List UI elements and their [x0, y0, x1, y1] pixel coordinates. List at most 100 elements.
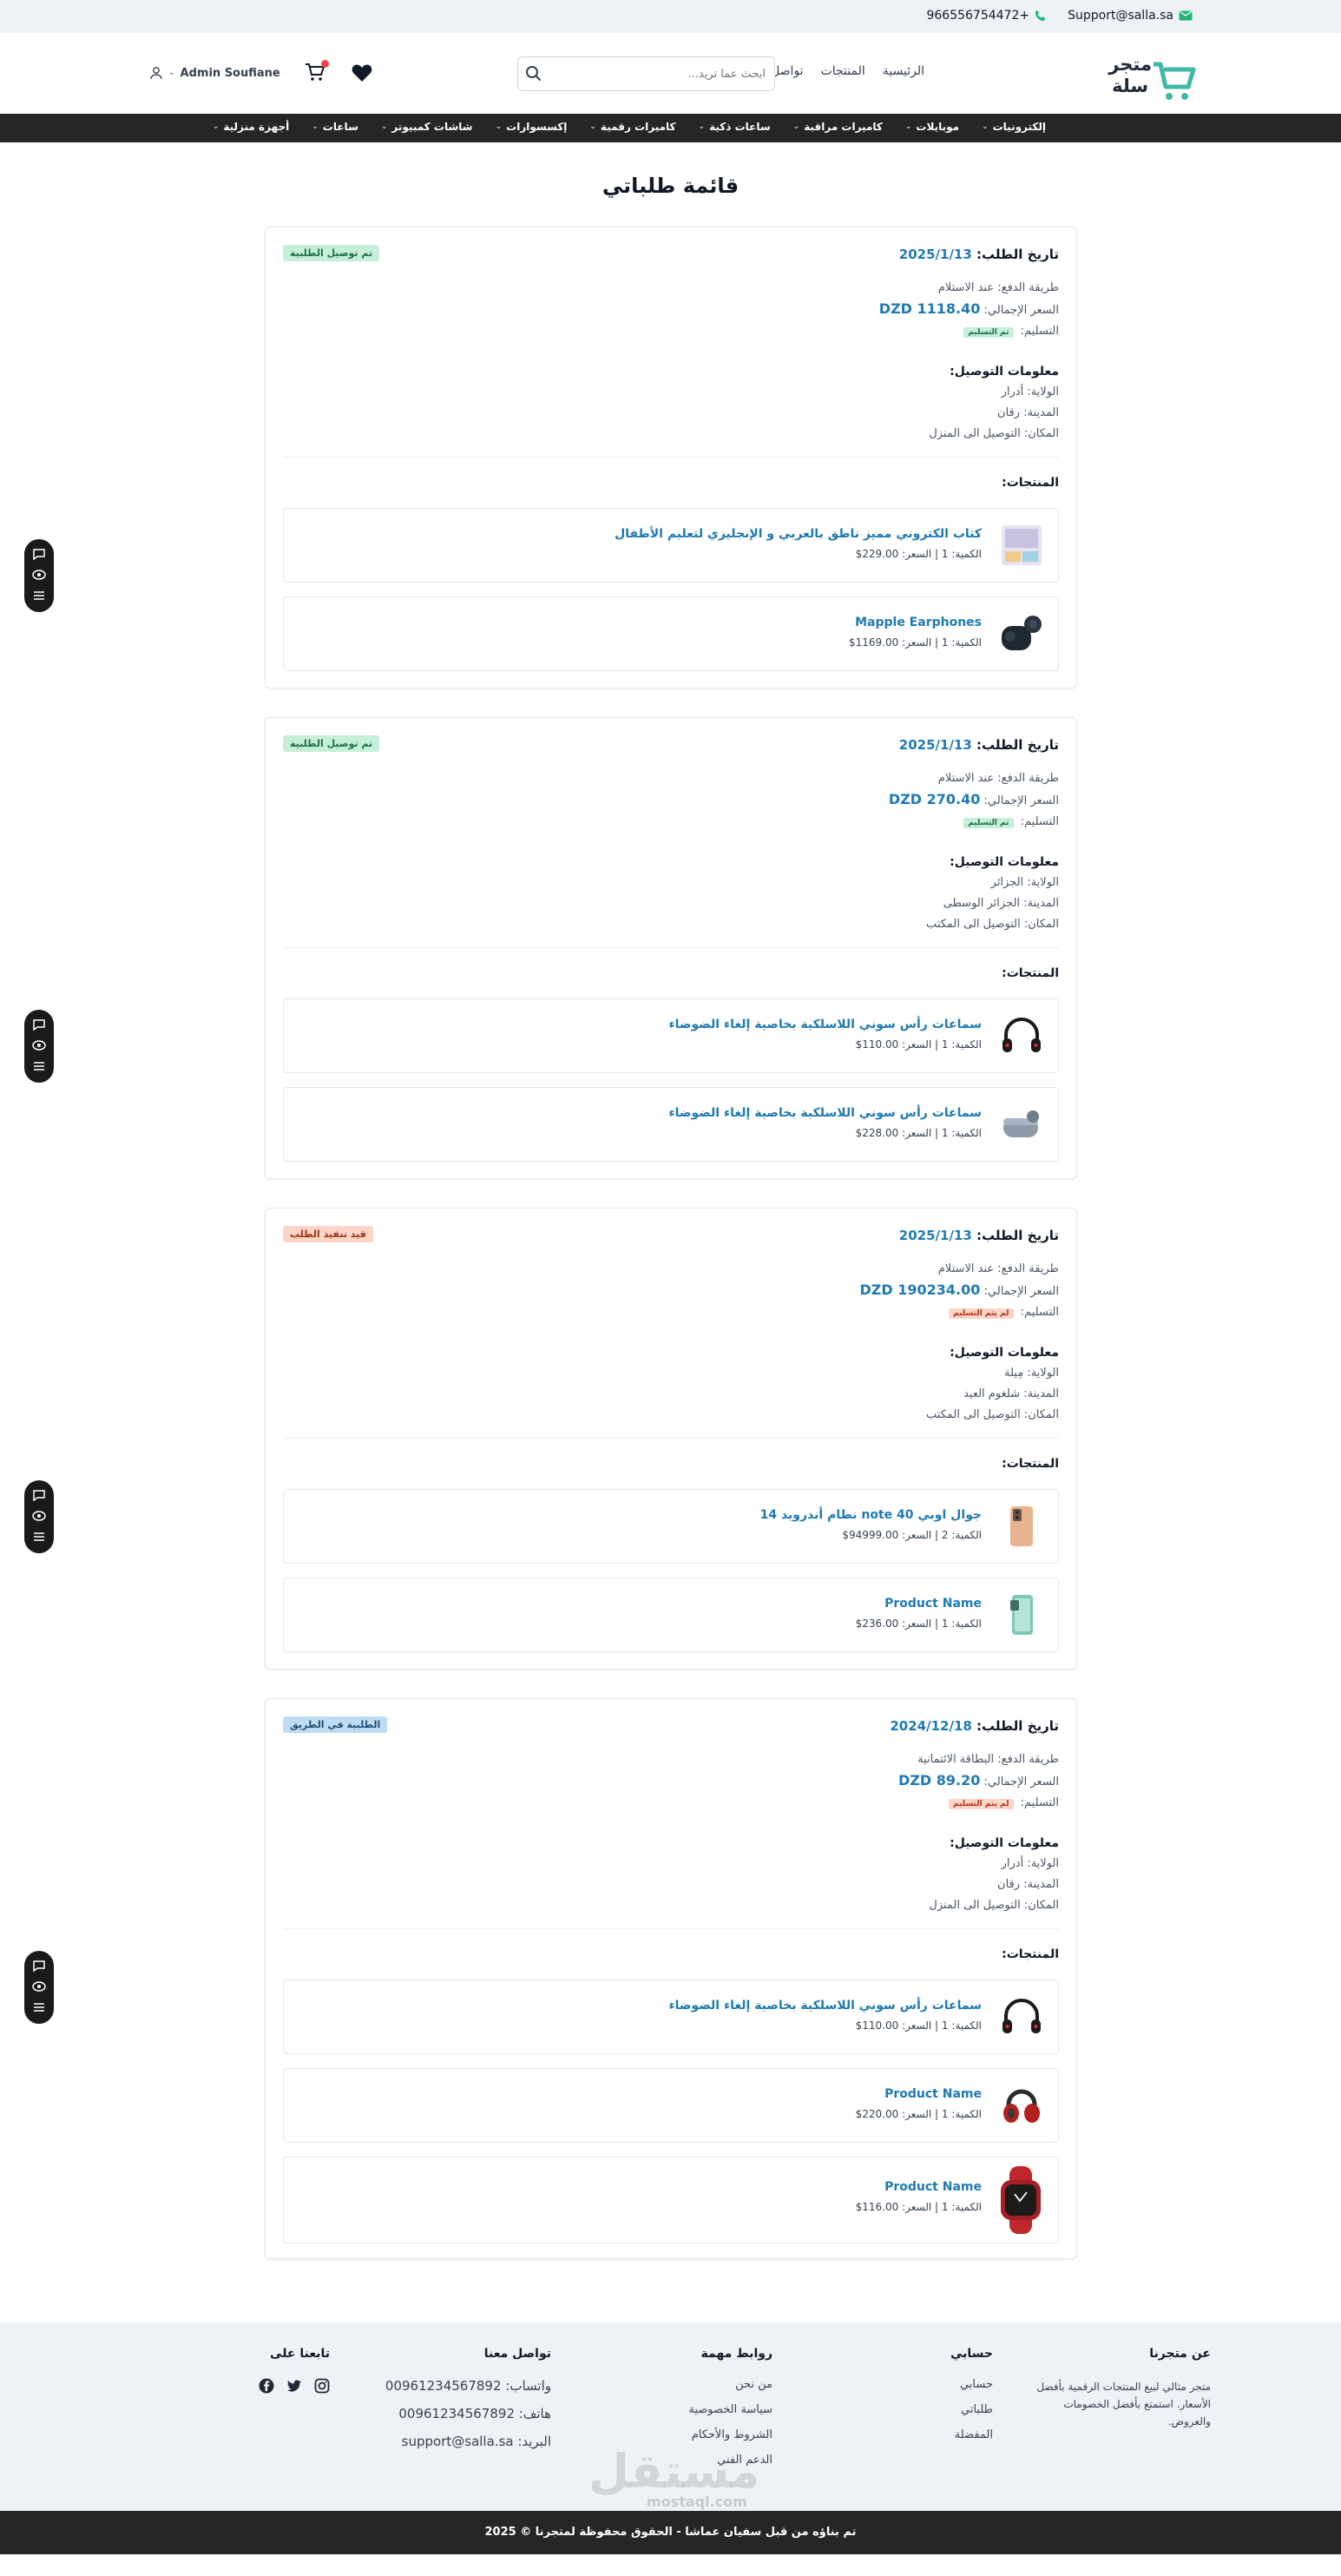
chat-icon[interactable] [32, 1960, 46, 1972]
footer-account-title: حسابي [950, 2347, 993, 2361]
footer-whatsapp[interactable]: واتساب: 00961234567892 [385, 2378, 551, 2394]
site-logo[interactable]: متجر سلة [1088, 54, 1197, 102]
user-icon [150, 67, 162, 80]
footer-link-privacy[interactable]: سياسة الخصوصية [688, 2403, 772, 2416]
facebook-icon[interactable] [259, 2378, 274, 2394]
product-name[interactable]: سماعات رأس سوني اللاسلكية بخاصية إلغاء ا… [669, 1999, 982, 2013]
logo-text: متجر سلة [1108, 54, 1152, 96]
top-email[interactable]: Support@salla.sa [1068, 9, 1193, 23]
product-name[interactable]: Product Name [884, 2180, 982, 2194]
total-price: السعر الإجمالي: DZD 89.20 [898, 1772, 1059, 1789]
product-item[interactable]: Product Name الكمية: 1 | السعر: 236.00$ [283, 1578, 1059, 1652]
list-icon[interactable] [32, 2001, 46, 2013]
earphones-thumbnail [1002, 616, 1042, 650]
product-item[interactable]: Mapple Earphones الكمية: 1 | السعر: 1169… [283, 596, 1059, 671]
search-input[interactable] [557, 58, 766, 89]
order-status-badge: تم توصيل الطلبية [283, 245, 380, 261]
product-item[interactable]: سماعات رأس سوني اللاسلكية بخاصية إلغاء ا… [283, 1980, 1059, 2054]
category-item[interactable]: ساعات ذكية ⌄ [699, 121, 771, 133]
chevron-down-icon: ⌄ [212, 122, 220, 131]
order-date: تاريخ الطلب: 2025/1/13 [898, 737, 1059, 753]
list-icon[interactable] [32, 1531, 46, 1543]
eye-icon[interactable] [32, 1980, 46, 1993]
eye-icon[interactable] [32, 1510, 46, 1522]
footer-link-favorites[interactable]: المفضلة [950, 2428, 993, 2441]
category-item[interactable]: أجهزة منزلية ⌄ [213, 121, 289, 133]
user-menu[interactable]: ⌄ Admin Soufiane [149, 66, 280, 80]
site-header: متجر سلة الرئيسية المنتجات تواصل معنا ⌄ … [0, 33, 1341, 114]
category-item[interactable]: إكسسوارات ⌄ [496, 121, 568, 133]
footer-email[interactable]: البريد: support@salla.sa [385, 2434, 551, 2449]
shipping-place: المكان: التوصيل الى المكتب [926, 918, 1059, 931]
category-item[interactable]: إلكترونيات ⌄ [982, 121, 1046, 133]
mail-icon [1179, 10, 1193, 21]
nav-products[interactable]: المنتجات [821, 64, 865, 78]
footer-link-account[interactable]: حسابي [950, 2378, 993, 2391]
shipping-state: الولاية: أدرار [1001, 385, 1059, 399]
footer-about: عن متجرنا متجر مثالي لبيع المنتجات الرقم… [1029, 2347, 1211, 2442]
heart-icon[interactable] [352, 63, 372, 82]
product-meta: الكمية: 1 | السعر: 110.00$ [855, 1038, 982, 1051]
product-item[interactable]: سماعات رأس سوني اللاسلكية بخاصية إلغاء ا… [283, 1087, 1059, 1162]
chevron-down-icon: ⌄ [792, 122, 800, 131]
search-icon[interactable] [525, 65, 542, 82]
chevron-down-icon: ⌄ [904, 122, 912, 131]
footer-link-orders[interactable]: طلباتي [950, 2403, 993, 2416]
earbuds-case-thumbnail [1003, 1110, 1039, 1137]
product-name[interactable]: سماعات رأس سوني اللاسلكية بخاصية إلغاء ا… [669, 1106, 982, 1120]
chat-icon[interactable] [32, 1018, 46, 1031]
nav-home[interactable]: الرئيسية [883, 64, 924, 78]
shipping-place: المكان: التوصيل الى المنزل [929, 427, 1059, 440]
product-name[interactable]: Product Name [884, 1597, 982, 1611]
payment-method: طريقة الدفع: عند الاستلام [937, 281, 1059, 294]
delivery-status: التسليم: لم يتم التسليم [948, 1306, 1059, 1319]
list-icon[interactable] [32, 590, 46, 602]
product-name[interactable]: جوال اوبي note 40 نظام أندرويد 14 [760, 1508, 982, 1522]
products-title: المنتجات: [1002, 1457, 1059, 1471]
top-phone[interactable]: 966556754472+ [926, 9, 1047, 23]
product-item[interactable]: كتاب الكتروني مميز ناطق بالعربي و الإنجل… [283, 508, 1059, 583]
chevron-down-icon: ⌄ [698, 122, 706, 131]
product-name[interactable]: Mapple Earphones [855, 616, 982, 629]
footer-contact-title: تواصل معنا [483, 2347, 551, 2361]
category-item[interactable]: ساعات ⌄ [312, 121, 358, 133]
product-meta: الكمية: 1 | السعر: 110.00$ [855, 2019, 982, 2032]
product-name[interactable]: Product Name [884, 2087, 982, 2101]
eye-icon[interactable] [32, 569, 46, 581]
cart-button[interactable] [305, 60, 329, 84]
search-box [517, 56, 775, 91]
footer-phone[interactable]: هاتف: 00961234567892 [385, 2406, 551, 2421]
chat-icon[interactable] [32, 1489, 46, 1501]
footer-link-terms[interactable]: الشروط والأحكام [688, 2428, 772, 2441]
user-name: Admin Soufiane [180, 66, 280, 80]
category-item[interactable]: موبايلات ⌄ [905, 121, 959, 133]
chat-icon[interactable] [32, 548, 46, 560]
footer-link-about[interactable]: من نحن [688, 2378, 772, 2391]
products-title: المنتجات: [1002, 966, 1059, 980]
chevron-down-icon: ⌄ [380, 122, 388, 131]
accessibility-toolbar [24, 1010, 54, 1083]
headphones-thumbnail [1002, 1999, 1041, 2033]
product-item[interactable]: جوال اوبي note 40 نظام أندرويد 14 الكمية… [283, 1489, 1059, 1564]
total-price: السعر الإجمالي: DZD 190234.00 [859, 1281, 1059, 1298]
product-item[interactable]: سماعات رأس سوني اللاسلكية بخاصية إلغاء ا… [283, 998, 1059, 1073]
delivery-status: التسليم: تم التسليم [963, 815, 1059, 828]
category-item[interactable]: كاميرات مراقبة ⌄ [793, 121, 883, 133]
eye-icon[interactable] [32, 1039, 46, 1051]
product-meta: الكمية: 1 | السعر: 1169.00$ [848, 636, 982, 649]
category-item[interactable]: شاشات كمبيوتر ⌄ [381, 121, 473, 133]
category-item[interactable]: كاميرات رقمية ⌄ [589, 121, 675, 133]
product-name[interactable]: كتاب الكتروني مميز ناطق بالعربي و الإنجل… [615, 527, 982, 541]
chevron-down-icon: ⌄ [982, 122, 989, 131]
product-name[interactable]: سماعات رأس سوني اللاسلكية بخاصية إلغاء ا… [669, 1018, 982, 1031]
product-meta: الكمية: 1 | السعر: 228.00$ [855, 1127, 982, 1139]
product-item[interactable]: Product Name الكمية: 1 | السعر: 220.00$ [283, 2068, 1059, 2143]
divider [283, 1438, 1059, 1439]
book-thumbnail [1002, 525, 1042, 565]
twitter-icon[interactable] [286, 2378, 302, 2394]
shipping-state: الولاية: أدرار [1001, 1857, 1059, 1870]
instagram-icon[interactable] [314, 2378, 330, 2394]
order-status-badge: تم توصيل الطلبية [283, 735, 380, 752]
list-icon[interactable] [32, 1060, 46, 1072]
product-item[interactable]: Product Name الكمية: 1 | السعر: 116.00$ [283, 2157, 1059, 2243]
